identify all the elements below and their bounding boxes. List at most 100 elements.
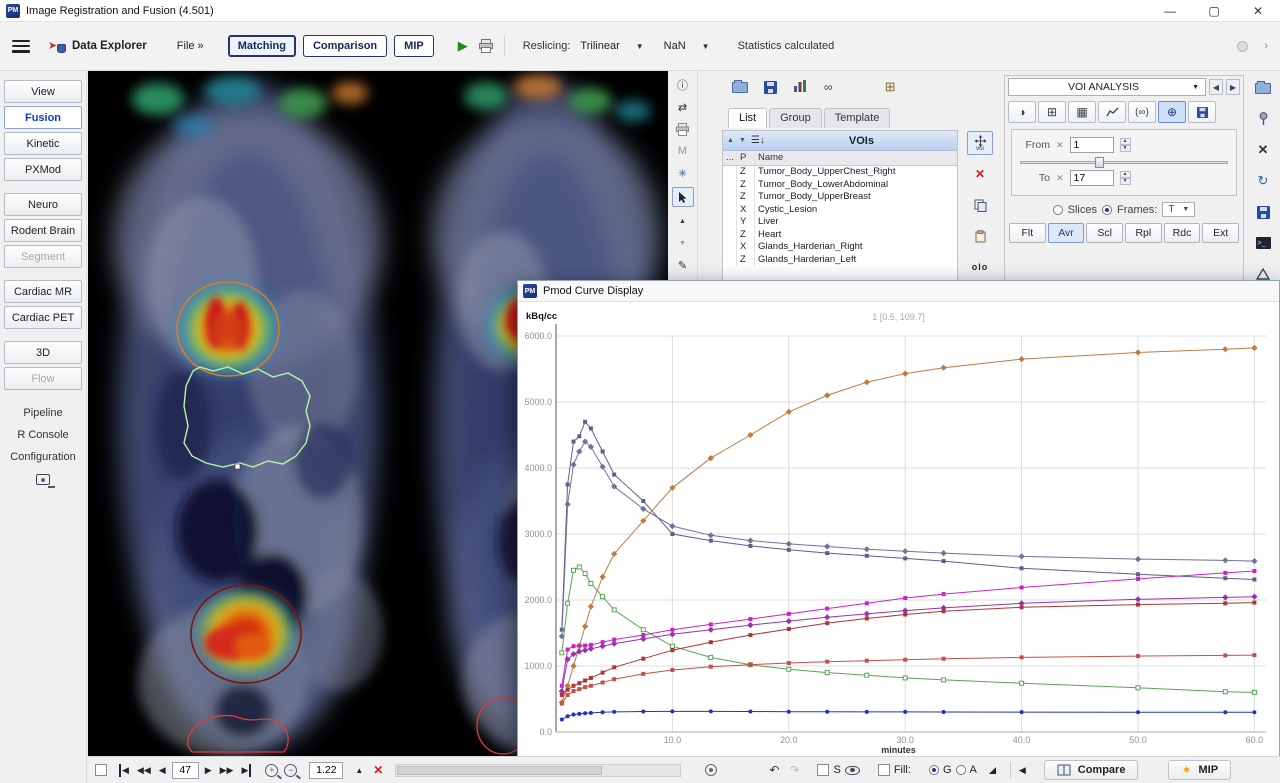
voi-column-1[interactable]: P [737, 151, 755, 165]
next-analysis-button[interactable]: ▶ [1226, 79, 1240, 95]
scrollbar-thumb[interactable] [397, 766, 601, 775]
target-icon[interactable] [705, 764, 717, 776]
contrast-icon[interactable]: ◑ [1008, 101, 1036, 123]
corner-handle-icon[interactable] [989, 767, 996, 774]
reslicing-select[interactable]: Trilinear ▼ [574, 37, 649, 55]
sidebar-item-pxmod[interactable]: PXMod [4, 158, 82, 181]
analysis-button-rpl[interactable]: Rpl [1125, 223, 1162, 243]
clear-from-icon[interactable]: ✕ [1056, 140, 1064, 151]
close-panel-icon[interactable]: ✕ [1253, 141, 1273, 159]
sort-icon[interactable]: ☰↓ [751, 135, 765, 146]
sidebar-link-configuration[interactable]: Configuration [0, 446, 86, 468]
statistics-icon[interactable] [793, 79, 808, 95]
info-icon[interactable]: ⓘ [673, 77, 693, 93]
sidebar-item-flow[interactable]: Flow [4, 367, 82, 390]
slices-radio[interactable] [1053, 205, 1063, 215]
to-input[interactable] [1070, 170, 1114, 186]
frames-select[interactable]: T ▼ [1162, 202, 1195, 217]
collapse-left-icon[interactable]: ◀ [1019, 765, 1026, 776]
curve-window-titlebar[interactable]: PM Pmod Curve Display [518, 281, 1279, 302]
from-spinner[interactable]: ▲▼ [1120, 138, 1131, 152]
sidebar-item-cardiac-pet[interactable]: Cardiac PET [4, 306, 82, 329]
expand-icon[interactable]: › [1264, 40, 1268, 52]
voi-row-heart[interactable]: ZHeart [723, 229, 957, 242]
save-voi-icon[interactable] [764, 81, 777, 94]
last-slice-button[interactable]: ▶ [239, 764, 251, 777]
menu-icon[interactable] [12, 40, 30, 53]
voi-row-tumor-body-lowerabdominal[interactable]: ZTumor_Body_LowerAbdominal [723, 179, 957, 192]
compare-button[interactable]: Compare [1044, 760, 1139, 780]
sidebar-link-r-console[interactable]: R Console [0, 424, 86, 446]
analysis-button-ext[interactable]: Ext [1202, 223, 1239, 243]
zoom-out-icon[interactable]: − [284, 764, 297, 777]
s-checkbox[interactable] [817, 764, 829, 776]
console-icon[interactable] [36, 474, 50, 485]
pointer-tool-button[interactable] [672, 187, 694, 207]
move-voi-button[interactable]: voi [967, 131, 993, 155]
data-explorer-button[interactable]: ➤ Data Explorer [48, 39, 147, 53]
tac-chart[interactable]: 0.01000.02000.03000.04000.05000.06000.01… [518, 302, 1279, 752]
arrow-up-icon[interactable]: ▲ [673, 213, 693, 229]
slice-scrollbar[interactable] [395, 764, 681, 777]
terminal-icon[interactable]: >_ [1253, 234, 1273, 252]
stats-icon[interactable]: (∞) [1128, 101, 1156, 123]
fill-checkbox[interactable] [878, 764, 890, 776]
sidebar-item-cardiac-mr[interactable]: Cardiac MR [4, 280, 82, 303]
histogram-compare-icon[interactable]: olo [967, 255, 993, 279]
voi-row-cystic-lesion[interactable]: XCystic_Lesion [723, 204, 957, 217]
fast-forward-button[interactable]: ▶▶ [218, 764, 236, 777]
maximize-button[interactable]: ▢ [1192, 0, 1236, 22]
sort-down-icon[interactable]: ▼ [739, 137, 746, 144]
eye-icon[interactable] [845, 766, 860, 775]
grid-icon[interactable]: ⊞ [1038, 101, 1066, 123]
mode-button-mip[interactable]: MIP [394, 35, 434, 57]
tab-group[interactable]: Group [769, 108, 822, 128]
sort-up-icon[interactable]: ▲ [727, 137, 734, 144]
copy-voi-button[interactable] [967, 193, 993, 217]
range-slider[interactable] [1020, 156, 1228, 168]
reload-icon[interactable]: ↻ [1253, 172, 1273, 190]
link-icon[interactable]: ∞ [824, 80, 833, 94]
tab-template[interactable]: Template [824, 108, 891, 128]
fast-back-button[interactable]: ◀◀ [135, 764, 153, 777]
window-titlebar[interactable]: PM Image Registration and Fusion (4.501)… [0, 0, 1280, 22]
table-icon[interactable]: ▦ [1068, 101, 1096, 123]
zoom-factor-input[interactable] [309, 762, 343, 779]
arrow-down-icon[interactable]: ▼ [673, 235, 693, 251]
paste-voi-button[interactable] [967, 224, 993, 248]
run-button[interactable]: ▶ [458, 38, 468, 54]
marker-icon[interactable]: M [673, 143, 693, 159]
voi-row-liver[interactable]: YLiver [723, 216, 957, 229]
mode-button-matching[interactable]: Matching [228, 35, 296, 57]
to-spinner[interactable]: ▲▼ [1120, 171, 1131, 185]
print-icon[interactable] [673, 121, 693, 137]
reset-zoom-icon[interactable]: ✕ [373, 763, 383, 777]
sidebar-item-segment[interactable]: Segment [4, 245, 82, 268]
delete-voi-button[interactable]: ✕ [967, 162, 993, 186]
slider-thumb[interactable] [1095, 157, 1104, 168]
mip-button[interactable]: ✶ MIP [1168, 760, 1231, 780]
redo-icon[interactable]: ↷ [789, 763, 799, 777]
voi-row-tumor-body-upperchest-right[interactable]: ZTumor_Body_UpperChest_Right [723, 166, 957, 179]
sidebar-item-kinetic[interactable]: Kinetic [4, 132, 82, 155]
file-menu[interactable]: File » [177, 40, 204, 52]
voi-row-glands-harderian-left[interactable]: ZGlands_Harderian_Left [723, 254, 957, 267]
frames-radio[interactable] [1102, 205, 1112, 215]
zoom-in-icon[interactable]: + [265, 764, 278, 777]
next-slice-button[interactable]: ▶ [203, 764, 214, 777]
mode-button-comparison[interactable]: Comparison [303, 35, 387, 57]
minimize-button[interactable]: — [1148, 0, 1192, 22]
voi-row-glands-harderian-right[interactable]: XGlands_Harderian_Right [723, 241, 957, 254]
chart-icon[interactable] [1098, 101, 1126, 123]
voi-column-2[interactable]: Name [755, 151, 957, 165]
analysis-mode-select[interactable]: VOI ANALYSIS ▼ [1008, 78, 1206, 96]
sidebar-item-view[interactable]: View [4, 80, 82, 103]
analysis-button-flt[interactable]: Flt [1009, 223, 1046, 243]
analysis-button-scl[interactable]: Scl [1086, 223, 1123, 243]
snowflake-icon[interactable]: ✳ [673, 165, 693, 181]
close-button[interactable]: ✕ [1236, 0, 1280, 22]
web-icon[interactable]: ⊕ [1158, 101, 1186, 123]
load-folder-icon[interactable] [1253, 79, 1273, 97]
voi-column-0[interactable]: ... [723, 151, 737, 165]
save-icon[interactable] [1253, 203, 1273, 221]
